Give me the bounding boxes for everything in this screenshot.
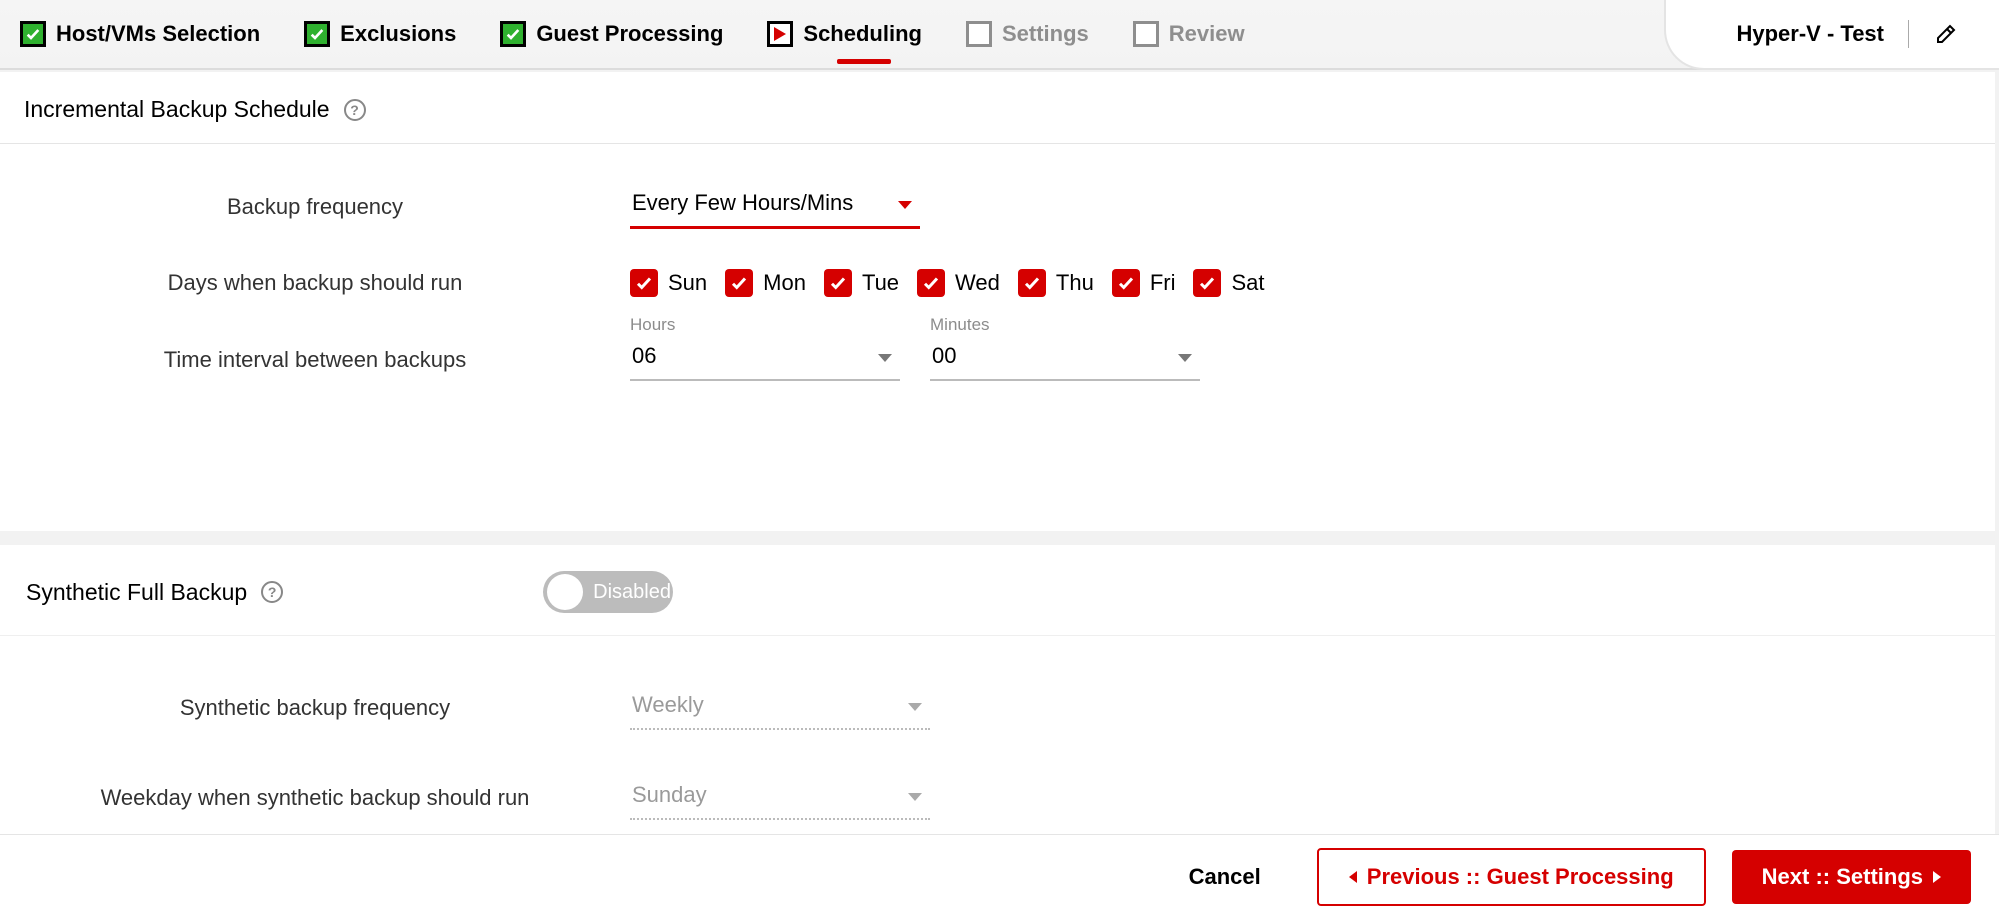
label-hours-mini: Hours	[630, 315, 900, 335]
step-label: Guest Processing	[536, 21, 723, 47]
day-thu[interactable]: Thu	[1018, 269, 1094, 297]
wizard-footer: Cancel Previous :: Guest Processing Next…	[0, 834, 1999, 919]
day-sat[interactable]: Sat	[1193, 269, 1264, 297]
hours-select[interactable]: 06	[630, 337, 900, 381]
step-guest-processing[interactable]: Guest Processing	[500, 21, 723, 47]
toggle-knob	[547, 574, 583, 610]
label-backup-frequency: Backup frequency	[0, 194, 630, 220]
step-settings[interactable]: Settings	[966, 21, 1089, 47]
day-fri[interactable]: Fri	[1112, 269, 1176, 297]
arrow-right-icon	[1933, 871, 1941, 883]
play-icon	[774, 27, 786, 41]
toggle-label: Disabled	[593, 581, 671, 604]
wizard-header: Host/VMs Selection Exclusions Guest Proc…	[0, 0, 1999, 70]
step-label: Settings	[1002, 21, 1089, 47]
arrow-left-icon	[1349, 871, 1357, 883]
panel-title: Incremental Backup Schedule	[24, 96, 330, 123]
day-sun[interactable]: Sun	[630, 269, 707, 297]
synthetic-weekday-select: Sunday	[630, 776, 930, 820]
label-backup-days: Days when backup should run	[0, 270, 630, 296]
edit-icon[interactable]	[1933, 21, 1959, 47]
chevron-down-icon	[908, 793, 922, 801]
panel-title: Synthetic Full Backup	[26, 579, 247, 606]
previous-button[interactable]: Previous :: Guest Processing	[1317, 848, 1706, 906]
days-checkbox-group: Sun Mon Tue Wed Thu Fri Sat	[630, 269, 1265, 297]
step-label: Review	[1169, 21, 1245, 47]
day-mon[interactable]: Mon	[725, 269, 806, 297]
select-value: Sunday	[630, 776, 930, 818]
job-name-tab: Hyper-V - Test	[1664, 0, 1999, 70]
cancel-button[interactable]: Cancel	[1159, 850, 1291, 904]
chevron-down-icon	[1178, 354, 1192, 362]
day-tue[interactable]: Tue	[824, 269, 899, 297]
synthetic-panel: Synthetic Full Backup ? Disabled Synthet…	[0, 545, 1995, 834]
backup-frequency-select[interactable]: Every Few Hours/Mins	[630, 184, 920, 229]
synthetic-frequency-select: Weekly	[630, 686, 930, 730]
label-synthetic-weekday: Weekday when synthetic backup should run	[0, 785, 630, 811]
step-review[interactable]: Review	[1133, 21, 1245, 47]
chevron-down-icon	[898, 201, 912, 209]
content-scroll[interactable]: Incremental Backup Schedule ? Backup fre…	[0, 72, 1999, 834]
select-value: Every Few Hours/Mins	[630, 184, 920, 226]
select-value: 00	[930, 337, 1200, 379]
step-label: Host/VMs Selection	[56, 21, 260, 47]
minutes-select[interactable]: 00	[930, 337, 1200, 381]
divider	[1908, 20, 1909, 48]
step-scheduling[interactable]: Scheduling	[767, 21, 922, 47]
label-synthetic-frequency: Synthetic backup frequency	[0, 695, 630, 721]
synthetic-toggle[interactable]: Disabled	[543, 571, 673, 613]
help-icon[interactable]: ?	[344, 99, 366, 121]
step-host-vms[interactable]: Host/VMs Selection	[20, 21, 260, 47]
wizard-steps: Host/VMs Selection Exclusions Guest Proc…	[20, 21, 1245, 47]
incremental-header: Incremental Backup Schedule ?	[0, 72, 1995, 144]
job-name: Hyper-V - Test	[1736, 21, 1884, 47]
day-wed[interactable]: Wed	[917, 269, 1000, 297]
select-value: 06	[630, 337, 900, 379]
synthetic-header: Synthetic Full Backup ? Disabled	[0, 545, 1995, 636]
chevron-down-icon	[908, 703, 922, 711]
select-value: Weekly	[630, 686, 930, 728]
step-exclusions[interactable]: Exclusions	[304, 21, 456, 47]
help-icon[interactable]: ?	[261, 581, 283, 603]
incremental-panel: Incremental Backup Schedule ? Backup fre…	[0, 72, 1995, 531]
step-label: Scheduling	[803, 21, 922, 47]
next-button[interactable]: Next :: Settings	[1732, 850, 1971, 904]
label-time-interval: Time interval between backups	[0, 347, 630, 373]
step-label: Exclusions	[340, 21, 456, 47]
chevron-down-icon	[878, 354, 892, 362]
label-minutes-mini: Minutes	[930, 315, 1200, 335]
